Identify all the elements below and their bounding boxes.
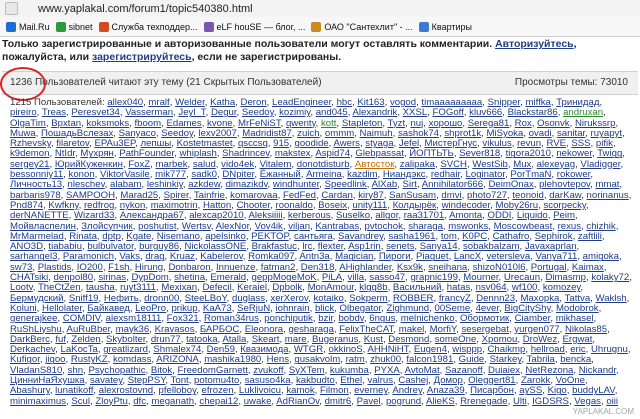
user-link[interactable]: Waklsh	[596, 293, 627, 304]
address-bar[interactable]: www.yaplakal.com/forum1/topic540380.html	[0, 0, 640, 18]
user-link[interactable]: IGDSRS	[532, 396, 569, 407]
comment-notice: Только зарегистрированные и авторизованн…	[2, 38, 638, 64]
user-link[interactable]: kolaky72	[591, 272, 629, 283]
bookmark-item[interactable]: ОАО "Сантехлит" - ...	[311, 21, 413, 32]
bookmark-item[interactable]: eLF houSE — блог, ...	[203, 21, 306, 32]
bookmark-icon	[203, 21, 214, 32]
user-link[interactable]: AlieKS	[426, 396, 455, 407]
views-count: Просмотры темы: 73010	[514, 77, 628, 88]
user-link[interactable]: AdRianOv	[276, 396, 319, 407]
page-icon	[5, 2, 18, 15]
user-link[interactable]: ZloyPtu	[95, 396, 128, 407]
user-link[interactable]: zaftlili	[578, 231, 602, 242]
user-link[interactable]: Ulti	[513, 396, 527, 407]
user-link[interactable]: uwake	[244, 396, 272, 407]
bookmark-icon	[98, 21, 109, 32]
user-link[interactable]: Scul	[71, 396, 90, 407]
watermark: YAPLAKAL.COM	[572, 407, 634, 416]
user-link[interactable]: dfc	[133, 396, 146, 407]
bookmark-label: Mail.Ru	[19, 21, 50, 32]
bookmarks-bar: Mail.Ru sibnet Служба техподдер... eLF houS…	[0, 17, 640, 37]
bookmark-icon	[418, 21, 429, 32]
notice-text-end: , если не зарегистрированы.	[191, 51, 342, 63]
highlight-circle	[0, 67, 46, 101]
notice-text: Только зарегистрированные и авторизованн…	[2, 38, 496, 50]
bookmark-icon	[6, 21, 16, 32]
user-link[interactable]: oiii	[606, 396, 618, 407]
user-link[interactable]: meganath	[151, 396, 194, 407]
address-url[interactable]: www.yaplakal.com/forum1/topic540380.html	[38, 3, 253, 15]
bookmark-icon	[311, 21, 322, 32]
readers-count: 1236 Пользователей читают эту тему (21 С…	[10, 77, 322, 88]
user-link[interactable]: Rrenegade	[460, 396, 507, 407]
user-link[interactable]: chepai12	[199, 396, 238, 407]
users-list: 1215 Пользователей: allex040, mralf, Wel…	[10, 98, 632, 407]
user-link[interactable]: Uhrugnu	[591, 344, 628, 355]
readers-stats-bar: 1236 Пользователей читают эту тему (21 С…	[2, 71, 638, 95]
bookmark-item[interactable]: sibnet	[55, 21, 93, 32]
user-link[interactable]: norinanus	[587, 190, 629, 201]
bookmark-icon	[55, 21, 66, 32]
bookmark-label: Квартиры	[431, 21, 472, 32]
user-link[interactable]: minimaximus	[10, 396, 66, 407]
bookmark-label: sibnet	[68, 21, 93, 32]
bookmark-label: Служба техподдер...	[111, 21, 198, 32]
bookmark-item[interactable]: Mail.Ru	[6, 21, 50, 32]
user-link[interactable]: Pavel	[357, 396, 381, 407]
user-link[interactable]: dmitr6	[325, 396, 352, 407]
bookmark-label: ОАО "Сантехлит" - ...	[324, 21, 413, 32]
login-link[interactable]: Авторизуйтесь	[495, 38, 574, 50]
user-link[interactable]: Vegas	[574, 396, 601, 407]
bookmark-item[interactable]: Квартиры	[418, 21, 472, 32]
user-link[interactable]: pogrund	[386, 396, 421, 407]
bookmark-item[interactable]: Служба техподдер...	[98, 21, 198, 32]
register-link[interactable]: зарегистрируйтесь	[92, 51, 192, 63]
bookmark-label: eLF houSE — блог, ...	[216, 21, 306, 32]
user-link[interactable]: Nickandr	[579, 365, 616, 376]
